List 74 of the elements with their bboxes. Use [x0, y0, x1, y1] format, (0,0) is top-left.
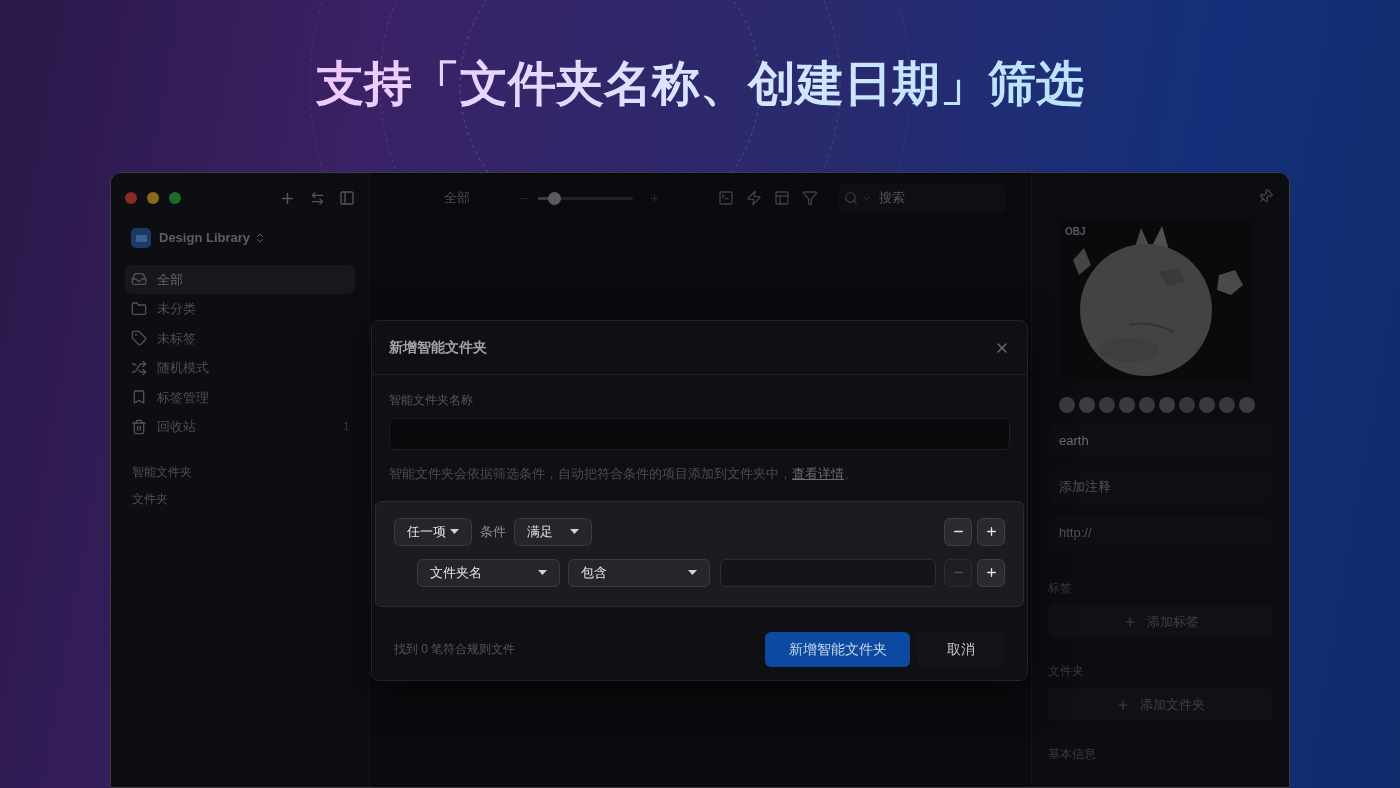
value-input[interactable] — [720, 558, 936, 587]
lightning-icon[interactable] — [746, 190, 762, 206]
section-heading: 文件夹 — [132, 491, 169, 508]
swap-icon[interactable] — [310, 190, 325, 206]
add-button[interactable] — [977, 558, 1005, 587]
trash-icon — [131, 418, 147, 435]
search-placeholder: 搜索 — [879, 189, 905, 208]
terminal-icon[interactable] — [718, 190, 734, 206]
sidebar-item[interactable]: 全部 — [125, 265, 355, 294]
close-window-button[interactable] — [125, 192, 137, 204]
slider-thumb[interactable] — [548, 191, 562, 205]
sidebar-item[interactable]: 标签管理 — [125, 383, 355, 412]
color-swatch[interactable] — [1119, 397, 1135, 413]
format-label: OBJ — [1065, 225, 1086, 240]
layout-icon[interactable] — [774, 190, 790, 206]
create-button[interactable]: 新增智能文件夹 — [765, 631, 910, 667]
plus-icon — [1122, 614, 1137, 629]
sidebar-item[interactable]: 未标签 — [125, 324, 355, 353]
name-input[interactable] — [389, 418, 1010, 450]
color-swatch[interactable] — [1079, 397, 1095, 413]
sidebar-label: 随机模式 — [157, 359, 209, 377]
search-icon — [844, 191, 858, 205]
maximize-window-button[interactable] — [169, 192, 181, 204]
dropdown[interactable]: 包含 — [568, 558, 710, 587]
field-placeholder: 添加注释 — [1059, 477, 1111, 496]
result-count: 找到 0 笔符合规则文件 — [394, 641, 516, 658]
caret-icon — [450, 529, 459, 534]
color-swatch[interactable] — [1059, 397, 1075, 413]
sidebar-label: 未分类 — [157, 300, 196, 318]
view-title: 全部 — [444, 189, 470, 208]
field-value: earth — [1059, 431, 1089, 450]
caret-icon — [570, 529, 579, 534]
sidebar-label: 未标签 — [157, 329, 196, 348]
plus-icon — [984, 525, 998, 538]
zoom-in-icon[interactable] — [649, 192, 660, 204]
color-swatch[interactable] — [1239, 397, 1255, 413]
plus-icon — [984, 566, 998, 579]
plus-icon — [1116, 697, 1130, 712]
dropdown[interactable]: 文件夹名 — [417, 558, 560, 587]
dropdown[interactable]: 任一项 — [394, 517, 472, 546]
dropdown[interactable]: 满足 — [514, 517, 592, 546]
color-swatch[interactable] — [1139, 397, 1155, 413]
field-label: 智能文件夹名称 — [389, 392, 474, 409]
color-swatch[interactable] — [1099, 397, 1115, 413]
field-placeholder: http:// — [1059, 523, 1092, 542]
details-link[interactable]: 查看详情 — [792, 466, 844, 481]
shuffle-icon — [131, 359, 147, 376]
cancel-button[interactable]: 取消 — [917, 631, 1005, 667]
caret-icon — [688, 570, 697, 575]
filter-icon[interactable] — [802, 190, 818, 206]
sidebar-label: 回收站 — [157, 418, 196, 436]
tag-icon — [131, 330, 147, 347]
sidebar-label: 标签管理 — [157, 388, 209, 407]
search-field[interactable]: 搜索 — [838, 184, 1006, 212]
library-switcher[interactable]: Design Library — [159, 228, 267, 248]
dialog-title: 新增智能文件夹 — [389, 338, 487, 357]
condition-label: 条件 — [480, 522, 506, 541]
color-swatch[interactable] — [1159, 397, 1175, 413]
caret-icon — [538, 570, 547, 575]
bookmark-icon — [131, 389, 147, 406]
sidebar-item[interactable]: 随机模式 — [125, 353, 355, 382]
folder-icon — [131, 300, 147, 317]
add-button[interactable] — [977, 517, 1005, 546]
sidebar-item[interactable]: 未分类 — [125, 294, 355, 323]
color-swatch[interactable] — [1179, 397, 1195, 413]
section-heading: 智能文件夹 — [132, 464, 193, 481]
sidebar-label: 全部 — [157, 270, 183, 289]
sidebar-toggle-icon[interactable] — [339, 190, 355, 206]
remove-button[interactable] — [944, 517, 972, 546]
inbox-icon — [131, 271, 147, 288]
minimize-window-button[interactable] — [147, 192, 159, 204]
color-swatch[interactable] — [1199, 397, 1215, 413]
library-icon — [131, 228, 151, 248]
color-swatch[interactable] — [1219, 397, 1235, 413]
